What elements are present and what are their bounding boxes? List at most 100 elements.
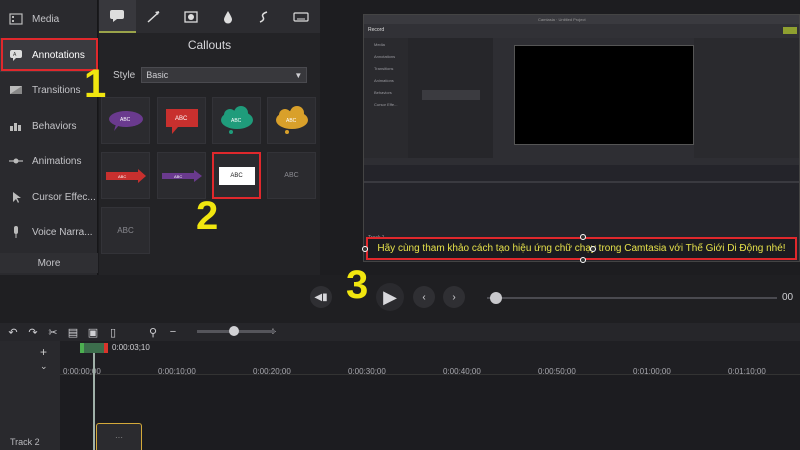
microphone-icon xyxy=(8,225,24,239)
inner-import-button xyxy=(422,90,480,100)
tab-callouts[interactable] xyxy=(99,0,136,33)
split-icon[interactable]: ▯ xyxy=(106,326,120,339)
playhead-line[interactable] xyxy=(93,345,95,450)
callout-plain-text[interactable]: ABC xyxy=(101,207,150,254)
callout-yellow-cloud[interactable]: ABC xyxy=(267,97,316,144)
callout-label: ABC xyxy=(117,226,134,235)
inner-title: Camtasia · Untitled Project xyxy=(538,17,586,22)
sidebar-item-label: Media xyxy=(32,13,60,25)
drop-icon xyxy=(223,10,232,23)
timeline-clip[interactable]: ··· xyxy=(96,423,142,450)
keyboard-icon xyxy=(293,11,309,22)
tab-sketch[interactable] xyxy=(246,0,283,33)
playhead-time: 0:00:03;10 xyxy=(112,343,150,352)
next-button[interactable]: › xyxy=(443,286,465,308)
inner-side-item: Media xyxy=(374,41,385,47)
chevron-left-icon: ‹ xyxy=(422,291,426,303)
inner-side-item: Behaviors xyxy=(374,89,392,95)
callout-text-only[interactable]: ABC xyxy=(267,152,316,199)
rotate-handle[interactable] xyxy=(590,246,596,252)
media-icon xyxy=(8,12,24,26)
callout-teal-cloud[interactable]: ABC xyxy=(212,97,261,144)
add-track-icon[interactable]: + xyxy=(40,345,47,359)
callout-label: ABC xyxy=(174,174,182,179)
sidebar-item-media[interactable]: Media xyxy=(0,2,98,36)
callout-purple-arrow[interactable]: ABC xyxy=(157,152,206,199)
previous-button[interactable]: ‹ xyxy=(413,286,435,308)
tab-blur[interactable] xyxy=(209,0,246,33)
scrub-track[interactable] xyxy=(487,297,777,299)
sidebar-item-label: Transitions xyxy=(32,84,81,96)
sidebar-item-label: Voice Narra... xyxy=(32,226,93,238)
sidebar-item-label: Animations xyxy=(32,155,82,167)
style-row: Style Basic ▼ xyxy=(113,67,308,83)
scrub-knob[interactable] xyxy=(490,292,502,304)
preview-canvas[interactable]: Camtasia · Untitled Project Record Media… xyxy=(363,14,800,262)
chevron-right-icon: › xyxy=(452,291,456,303)
shapes-icon xyxy=(184,10,198,23)
play-icon: ▶ xyxy=(383,286,397,307)
undo-icon[interactable]: ↶ xyxy=(6,326,20,339)
callout-red-speech[interactable]: ABC xyxy=(157,97,206,144)
inner-title-bar: Camtasia · Untitled Project xyxy=(364,15,799,24)
step-marker-2: 2 xyxy=(196,194,219,238)
arrow-icon xyxy=(147,10,160,23)
sidebar-item-cursor-effects[interactable]: Cursor Effec... xyxy=(0,180,98,214)
step-back-icon: ◀▮ xyxy=(314,291,328,303)
copy-icon[interactable]: ▤ xyxy=(66,326,80,339)
sketch-motion-icon xyxy=(259,10,267,23)
clip-dots: ··· xyxy=(115,432,123,442)
inner-media-bin xyxy=(408,38,493,158)
resize-handle-top[interactable] xyxy=(580,234,586,240)
inner-side-item: Cursor Effe... xyxy=(374,101,398,107)
annotation-tabs xyxy=(99,0,320,33)
zoom-out-icon[interactable]: − xyxy=(166,326,180,338)
chevron-down-icon[interactable]: ⌄ xyxy=(40,361,48,372)
behaviors-icon xyxy=(8,119,24,133)
zoom-knob[interactable] xyxy=(229,326,239,336)
transitions-icon xyxy=(8,83,24,97)
time-display: 00 xyxy=(782,292,794,303)
step-marker-1: 1 xyxy=(84,62,107,106)
caption-text: Hãy cùng tham khảo cách tạo hiệu ứng chữ… xyxy=(377,243,786,254)
callout-label: ABC xyxy=(175,116,188,122)
sidebar-item-animations[interactable]: Animations xyxy=(0,144,98,178)
sidebar-item-behaviors[interactable]: Behaviors xyxy=(0,109,98,143)
paste-icon[interactable]: ▣ xyxy=(86,326,100,339)
step-marker-3: 3 xyxy=(346,263,369,307)
redo-icon[interactable]: ↷ xyxy=(26,326,40,339)
more-button[interactable]: More xyxy=(0,253,98,273)
resize-handle-left[interactable] xyxy=(362,246,368,252)
step-back-button[interactable]: ◀▮ xyxy=(310,286,332,308)
inner-toolbar: Record xyxy=(364,24,799,38)
inner-side-item: Transitions xyxy=(374,65,394,71)
sidebar-item-voice-narration[interactable]: Voice Narra... xyxy=(0,215,98,249)
inner-sidebar: Media Annotations Transitions Animations… xyxy=(364,38,408,158)
style-label: Style xyxy=(113,69,136,81)
playhead-handle[interactable] xyxy=(80,343,108,353)
callout-white-box[interactable]: ABC xyxy=(212,152,261,199)
inner-side-item: Annotations xyxy=(374,53,396,59)
track-area[interactable] xyxy=(60,375,800,450)
callout-label: ABC xyxy=(284,172,299,179)
sidebar-item-label: Behaviors xyxy=(32,120,77,132)
style-dropdown[interactable]: Basic ▼ xyxy=(141,67,308,83)
inner-record-label: Record xyxy=(368,27,385,33)
callout-label: ABC xyxy=(286,118,297,124)
callout-purple-speech[interactable]: ABC xyxy=(101,97,150,144)
tab-arrows[interactable] xyxy=(136,0,173,33)
callout-label: ABC xyxy=(230,172,243,179)
play-button[interactable]: ▶ xyxy=(376,283,404,311)
callout-red-arrow[interactable]: ABC xyxy=(101,152,150,199)
tab-keystroke[interactable] xyxy=(283,0,320,33)
inner-side-item: Animations xyxy=(374,77,394,83)
timeline-toolbar: ↶ ↷ ✂ ▤ ▣ ▯ ⚲ − + xyxy=(0,323,800,341)
timeline-ruler[interactable]: 0:00:00;00 0:00:10;00 0:00:20;00 0:00:30… xyxy=(60,341,800,376)
resize-handle-bottom[interactable] xyxy=(580,257,586,263)
inner-ruler xyxy=(364,181,799,183)
zoom-icon[interactable]: ⚲ xyxy=(146,326,160,339)
callout-label: ABC xyxy=(120,117,131,123)
callout-label: ABC xyxy=(231,118,242,124)
tab-shapes[interactable] xyxy=(173,0,210,33)
cut-icon[interactable]: ✂ xyxy=(46,326,60,339)
